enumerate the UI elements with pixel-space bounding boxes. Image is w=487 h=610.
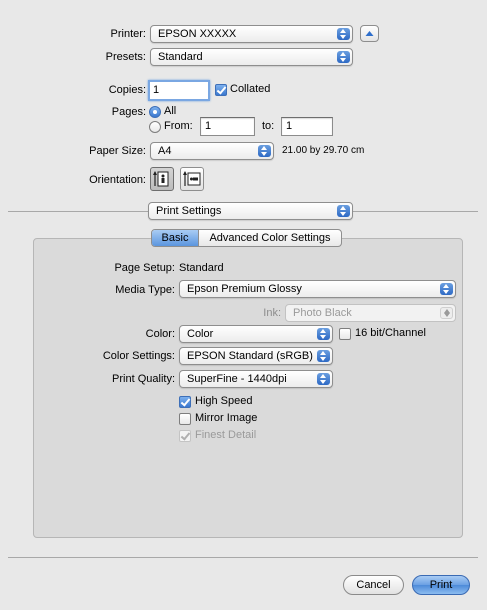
tab-bar: Basic Advanced Color Settings bbox=[151, 229, 342, 247]
presets-value: Standard bbox=[158, 51, 203, 63]
ink-popup: Photo Black bbox=[285, 304, 456, 322]
printer-value: EPSON XXXXX bbox=[158, 28, 237, 40]
color-value: Color bbox=[187, 328, 214, 340]
popup-arrows-icon bbox=[440, 307, 453, 319]
ink-value: Photo Black bbox=[293, 307, 352, 319]
bit16-label[interactable]: 16 bit/Channel bbox=[355, 327, 426, 339]
pages-from-value: 1 bbox=[205, 120, 212, 132]
tab-basic[interactable]: Basic bbox=[152, 230, 198, 246]
paper-size-dimensions: 21.00 by 29.70 cm bbox=[282, 145, 365, 156]
pages-to-value: 1 bbox=[286, 120, 293, 132]
color-settings-value: EPSON Standard (sRGB) bbox=[187, 350, 313, 362]
print-quality-popup[interactable]: SuperFine - 1440dpi bbox=[179, 370, 333, 388]
media-type-popup[interactable]: Epson Premium Glossy bbox=[179, 280, 456, 298]
pages-from-input[interactable]: 1 bbox=[200, 117, 255, 136]
copies-label: Copies: bbox=[108, 84, 146, 96]
popup-arrows-icon bbox=[317, 373, 330, 385]
tab-advanced-color-settings[interactable]: Advanced Color Settings bbox=[199, 230, 341, 246]
pages-to-label: to: bbox=[262, 120, 275, 132]
print-button[interactable]: Print bbox=[412, 575, 470, 595]
expand-details-button[interactable] bbox=[360, 25, 379, 42]
popup-arrows-icon bbox=[337, 28, 350, 40]
collated-label[interactable]: Collated bbox=[230, 83, 270, 95]
mirror-image-checkbox[interactable] bbox=[179, 413, 191, 425]
high-speed-checkbox[interactable] bbox=[179, 396, 191, 408]
disclosure-up-icon bbox=[365, 31, 374, 36]
paper-size-label: Paper Size: bbox=[89, 145, 146, 157]
pages-to-input[interactable]: 1 bbox=[281, 117, 333, 136]
color-settings-label: Color Settings: bbox=[102, 350, 175, 362]
cancel-button[interactable]: Cancel bbox=[343, 575, 404, 595]
orientation-label: Orientation: bbox=[89, 174, 146, 186]
popup-arrows-icon bbox=[337, 51, 350, 63]
popup-arrows-icon bbox=[317, 328, 330, 340]
ink-label: Ink: bbox=[263, 307, 281, 319]
printer-popup[interactable]: EPSON XXXXX bbox=[150, 25, 353, 43]
pages-from-radio[interactable] bbox=[149, 121, 161, 133]
bottom-divider bbox=[8, 557, 478, 558]
orientation-portrait-button[interactable] bbox=[150, 167, 174, 191]
color-popup[interactable]: Color bbox=[179, 325, 333, 343]
copies-input[interactable]: 1 bbox=[148, 80, 210, 101]
popup-arrows-icon bbox=[440, 283, 453, 295]
window-title-fragment bbox=[0, 0, 70, 6]
media-type-label: Media Type: bbox=[115, 284, 175, 296]
collated-checkbox[interactable] bbox=[215, 84, 227, 96]
finest-detail-label: Finest Detail bbox=[195, 429, 257, 441]
popup-arrows-icon bbox=[317, 350, 330, 362]
presets-label: Presets: bbox=[105, 51, 146, 63]
media-type-value: Epson Premium Glossy bbox=[187, 283, 302, 295]
section-popup-value: Print Settings bbox=[156, 205, 222, 217]
finest-detail-checkbox bbox=[179, 430, 191, 442]
popup-arrows-icon bbox=[337, 205, 350, 217]
page-setup-value: Standard bbox=[179, 262, 224, 274]
mirror-image-label[interactable]: Mirror Image bbox=[195, 412, 257, 424]
portrait-icon bbox=[153, 171, 169, 187]
popup-arrows-icon bbox=[258, 145, 271, 157]
paper-size-popup[interactable]: A4 bbox=[150, 142, 274, 160]
pages-label: Pages: bbox=[111, 106, 146, 118]
pages-all-label[interactable]: All bbox=[164, 105, 176, 117]
bit16-checkbox[interactable] bbox=[339, 328, 351, 340]
print-quality-label: Print Quality: bbox=[112, 373, 175, 385]
print-quality-value: SuperFine - 1440dpi bbox=[187, 373, 287, 385]
paper-size-value: A4 bbox=[158, 145, 172, 157]
page-setup-label: Page Setup: bbox=[114, 262, 175, 274]
copies-value: 1 bbox=[153, 84, 160, 96]
color-label: Color: bbox=[145, 328, 175, 340]
high-speed-label[interactable]: High Speed bbox=[195, 395, 253, 407]
pages-from-label[interactable]: From: bbox=[164, 120, 193, 132]
pages-all-radio[interactable] bbox=[149, 106, 161, 118]
color-settings-popup[interactable]: EPSON Standard (sRGB) bbox=[179, 347, 333, 365]
orientation-landscape-button[interactable] bbox=[180, 167, 204, 191]
printer-label: Printer: bbox=[110, 28, 146, 40]
section-popup[interactable]: Print Settings bbox=[148, 202, 353, 220]
presets-popup[interactable]: Standard bbox=[150, 48, 353, 66]
landscape-icon bbox=[183, 171, 201, 186]
